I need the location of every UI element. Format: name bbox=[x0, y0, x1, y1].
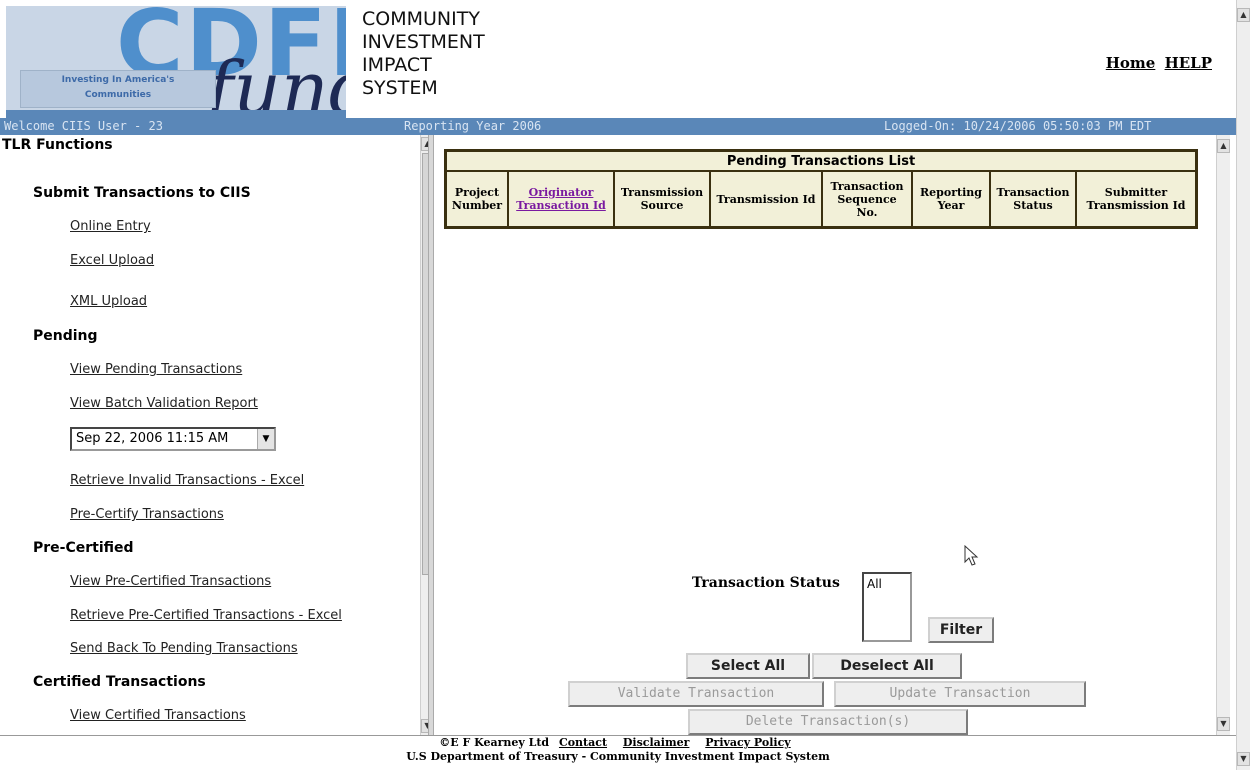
logo-tagline-line-1: Investing In America's bbox=[61, 75, 175, 85]
select-all-button[interactable]: Select All bbox=[686, 653, 810, 679]
reporting-year-text: Reporting Year 2006 bbox=[404, 119, 542, 133]
system-title-line: SYSTEM bbox=[362, 77, 438, 99]
transaction-status-label: Transaction Status bbox=[692, 575, 840, 591]
footer-line-2: U.S Department of Treasury - Community I… bbox=[406, 750, 830, 763]
view-pre-certified-link[interactable]: View Pre-Certified Transactions bbox=[70, 574, 271, 589]
logo-tagline-line-2: Communities bbox=[84, 90, 152, 100]
deselect-all-button[interactable]: Deselect All bbox=[812, 653, 962, 679]
system-title: COMMUNITY INVESTMENT IMPACT SYSTEM bbox=[362, 8, 485, 100]
pre-certify-link[interactable]: Pre-Certify Transactions bbox=[70, 507, 224, 522]
pending-transactions-pane: Pending Transactions List Project Number… bbox=[434, 135, 1216, 735]
column-header: Transaction Status bbox=[989, 170, 1077, 229]
validate-transaction-button[interactable]: Validate Transaction bbox=[568, 681, 824, 707]
system-title-line: COMMUNITY bbox=[362, 8, 480, 30]
section-pre-certified: Pre-Certified bbox=[33, 540, 134, 556]
delete-transactions-button[interactable]: Delete Transaction(s) bbox=[688, 709, 968, 735]
column-header: Submitter Transmission Id bbox=[1075, 170, 1198, 229]
logo-script: fund bbox=[206, 46, 346, 118]
pane-title: TLR Functions bbox=[2, 137, 113, 153]
copyright-text: ©E F Kearney Ltd bbox=[439, 736, 550, 749]
batch-date-value: Sep 22, 2006 11:15 AM bbox=[76, 431, 229, 446]
status-bar: Welcome CIIS User - 23 Reporting Year 20… bbox=[0, 118, 1236, 135]
chevron-down-icon[interactable]: ▼ bbox=[257, 429, 274, 449]
welcome-text: Welcome CIIS User - 23 bbox=[4, 119, 163, 133]
system-title-line: INVESTMENT bbox=[362, 31, 485, 53]
view-batch-report-link[interactable]: View Batch Validation Report bbox=[70, 396, 258, 411]
mouse-pointer-icon bbox=[964, 545, 979, 566]
column-header: Transaction Sequence No. bbox=[821, 170, 913, 229]
tlr-functions-pane: TLR Functions Submit Transactions to CII… bbox=[0, 135, 428, 735]
section-submit: Submit Transactions to CIIS bbox=[33, 185, 251, 201]
xml-upload-link[interactable]: XML Upload bbox=[70, 294, 147, 309]
update-transaction-button[interactable]: Update Transaction bbox=[834, 681, 1086, 707]
column-header: Transmission Source bbox=[613, 170, 711, 229]
privacy-policy-link[interactable]: Privacy Policy bbox=[705, 736, 790, 749]
view-pending-link[interactable]: View Pending Transactions bbox=[70, 362, 242, 377]
footer-line-1: ©E F Kearney Ltd Contact Disclaimer Priv… bbox=[0, 736, 1236, 750]
cdfi-fund-logo: CDFI fund Investing In America's Communi… bbox=[6, 6, 346, 118]
column-header: Project Number bbox=[444, 170, 509, 229]
transaction-status-listbox[interactable]: All bbox=[862, 572, 912, 642]
listbox-option[interactable]: All bbox=[867, 577, 907, 591]
logged-on-text: Logged-On: 10/24/2006 05:50:03 PM EDT bbox=[884, 119, 1152, 133]
right-pane-scrollbar[interactable]: ▲ ▼ bbox=[1216, 135, 1230, 735]
home-link[interactable]: Home bbox=[1106, 54, 1156, 72]
filter-button[interactable]: Filter bbox=[928, 617, 994, 643]
logo-tagline: Investing In America's Communities bbox=[20, 70, 216, 108]
retrieve-invalid-link[interactable]: Retrieve Invalid Transactions - Excel bbox=[70, 473, 304, 488]
excel-upload-link[interactable]: Excel Upload bbox=[70, 253, 154, 268]
page-footer: ©E F Kearney Ltd Contact Disclaimer Priv… bbox=[0, 735, 1236, 771]
contact-link[interactable]: Contact bbox=[559, 736, 607, 749]
retrieve-pre-certified-link[interactable]: Retrieve Pre-Certified Transactions - Ex… bbox=[70, 608, 342, 623]
pending-transactions-table: Pending Transactions List Project Number… bbox=[444, 149, 1198, 229]
page-header: CDFI fund Investing In America's Communi… bbox=[0, 0, 1236, 118]
send-back-link[interactable]: Send Back To Pending Transactions bbox=[70, 641, 298, 656]
scroll-up-icon[interactable]: ▲ bbox=[1237, 8, 1250, 22]
table-caption: Pending Transactions List bbox=[444, 149, 1198, 172]
logo-bar bbox=[6, 110, 346, 118]
section-certified: Certified Transactions bbox=[33, 674, 206, 690]
window-scrollbar[interactable]: ▲ ▼ bbox=[1236, 0, 1250, 770]
header-links: Home HELP bbox=[1102, 54, 1212, 72]
section-pending: Pending bbox=[33, 328, 98, 344]
disclaimer-link[interactable]: Disclaimer bbox=[623, 736, 690, 749]
scroll-up-icon[interactable]: ▲ bbox=[1217, 139, 1230, 153]
column-header-sortable[interactable]: Originator Transaction Id bbox=[507, 170, 615, 229]
column-header: Transmission Id bbox=[709, 170, 823, 229]
system-title-line: IMPACT bbox=[362, 54, 432, 76]
batch-date-select[interactable]: Sep 22, 2006 11:15 AM ▼ bbox=[70, 427, 276, 451]
column-header: Reporting Year bbox=[911, 170, 991, 229]
scroll-down-icon[interactable]: ▼ bbox=[1237, 752, 1250, 766]
online-entry-link[interactable]: Online Entry bbox=[70, 219, 151, 234]
scroll-down-icon[interactable]: ▼ bbox=[1217, 717, 1230, 731]
help-link[interactable]: HELP bbox=[1165, 54, 1212, 72]
view-certified-link[interactable]: View Certified Transactions bbox=[70, 708, 246, 723]
